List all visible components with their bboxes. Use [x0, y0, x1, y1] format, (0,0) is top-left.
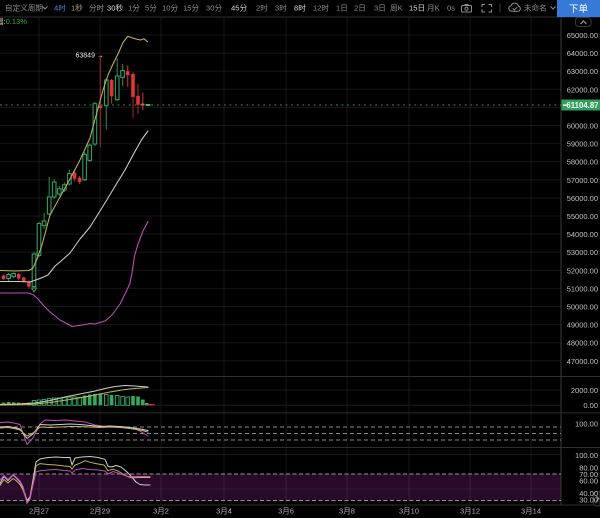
svg-text:52000.00: 52000.00 [567, 266, 598, 275]
svg-text:60.00: 60.00 [579, 477, 598, 486]
svg-text:周K: 周K [390, 4, 403, 13]
svg-text:48000.00: 48000.00 [567, 339, 598, 348]
svg-text:53000.00: 53000.00 [567, 248, 598, 257]
svg-text:2日: 2日 [354, 4, 366, 13]
svg-text:60000.00: 60000.00 [567, 122, 598, 131]
svg-text:63000.00: 63000.00 [567, 67, 598, 76]
svg-text:30秒: 30秒 [107, 3, 123, 13]
svg-text:10分: 10分 [162, 4, 178, 13]
svg-text:2月29: 2月29 [90, 507, 110, 516]
svg-text:3月10: 3月10 [399, 507, 419, 516]
svg-text:50000.00: 50000.00 [567, 303, 598, 312]
svg-text:64000.00: 64000.00 [567, 49, 598, 58]
svg-text:15分: 15分 [183, 4, 199, 13]
svg-text:1秒: 1秒 [71, 3, 83, 13]
svg-text:56000.00: 56000.00 [567, 194, 598, 203]
svg-text:2000.00: 2000.00 [571, 386, 598, 395]
svg-text:59000.00: 59000.00 [567, 140, 598, 149]
svg-text:月K: 月K [427, 4, 440, 13]
svg-text:分时: 分时 [89, 3, 105, 13]
svg-text:12时: 12时 [313, 3, 329, 13]
svg-text:0.00: 0.00 [583, 401, 598, 410]
svg-text:5分: 5分 [145, 4, 157, 13]
svg-text:45分: 45分 [231, 4, 247, 13]
svg-text:3月14: 3月14 [521, 507, 541, 516]
svg-text:3月6: 3月6 [278, 507, 294, 516]
svg-text:3日: 3日 [374, 4, 386, 13]
svg-text:65000.00: 65000.00 [567, 31, 598, 40]
svg-text:8时: 8时 [294, 3, 306, 13]
svg-text:3月2: 3月2 [153, 507, 169, 516]
svg-text:54000.00: 54000.00 [567, 230, 598, 239]
svg-text:63849 →: 63849 → [76, 53, 104, 60]
svg-text:未命名: 未命名 [524, 3, 547, 13]
svg-text:2时: 2时 [256, 3, 268, 13]
svg-text:55000.00: 55000.00 [567, 212, 598, 221]
svg-text:1分: 1分 [128, 4, 140, 13]
svg-text:3月4: 3月4 [216, 507, 232, 516]
svg-text:下单: 下单 [569, 3, 589, 15]
svg-text:自定义周期: 自定义周期 [5, 3, 43, 13]
svg-text:58000.00: 58000.00 [567, 158, 598, 167]
svg-text:3月8: 3月8 [339, 507, 355, 516]
svg-text:30分: 30分 [206, 4, 222, 13]
svg-text:61104.87: 61104.87 [566, 101, 598, 110]
svg-text:62000.00: 62000.00 [567, 85, 598, 94]
svg-text:15日: 15日 [409, 4, 425, 13]
svg-text:2月27: 2月27 [29, 507, 49, 516]
svg-text:1日: 1日 [336, 4, 348, 13]
svg-text:4时: 4时 [54, 3, 66, 13]
svg-text:57000.00: 57000.00 [567, 176, 598, 185]
svg-text:30.00: 30.00 [579, 496, 598, 505]
svg-text:51000.00: 51000.00 [567, 284, 598, 293]
svg-text:0s: 0s [447, 4, 455, 13]
svg-text:47000.00: 47000.00 [567, 357, 598, 366]
svg-text:49000.00: 49000.00 [567, 321, 598, 330]
svg-text:3时: 3时 [275, 3, 287, 13]
svg-text:100.00: 100.00 [575, 451, 598, 460]
svg-text:100.00: 100.00 [575, 420, 598, 429]
svg-text:3月12: 3月12 [460, 507, 480, 516]
